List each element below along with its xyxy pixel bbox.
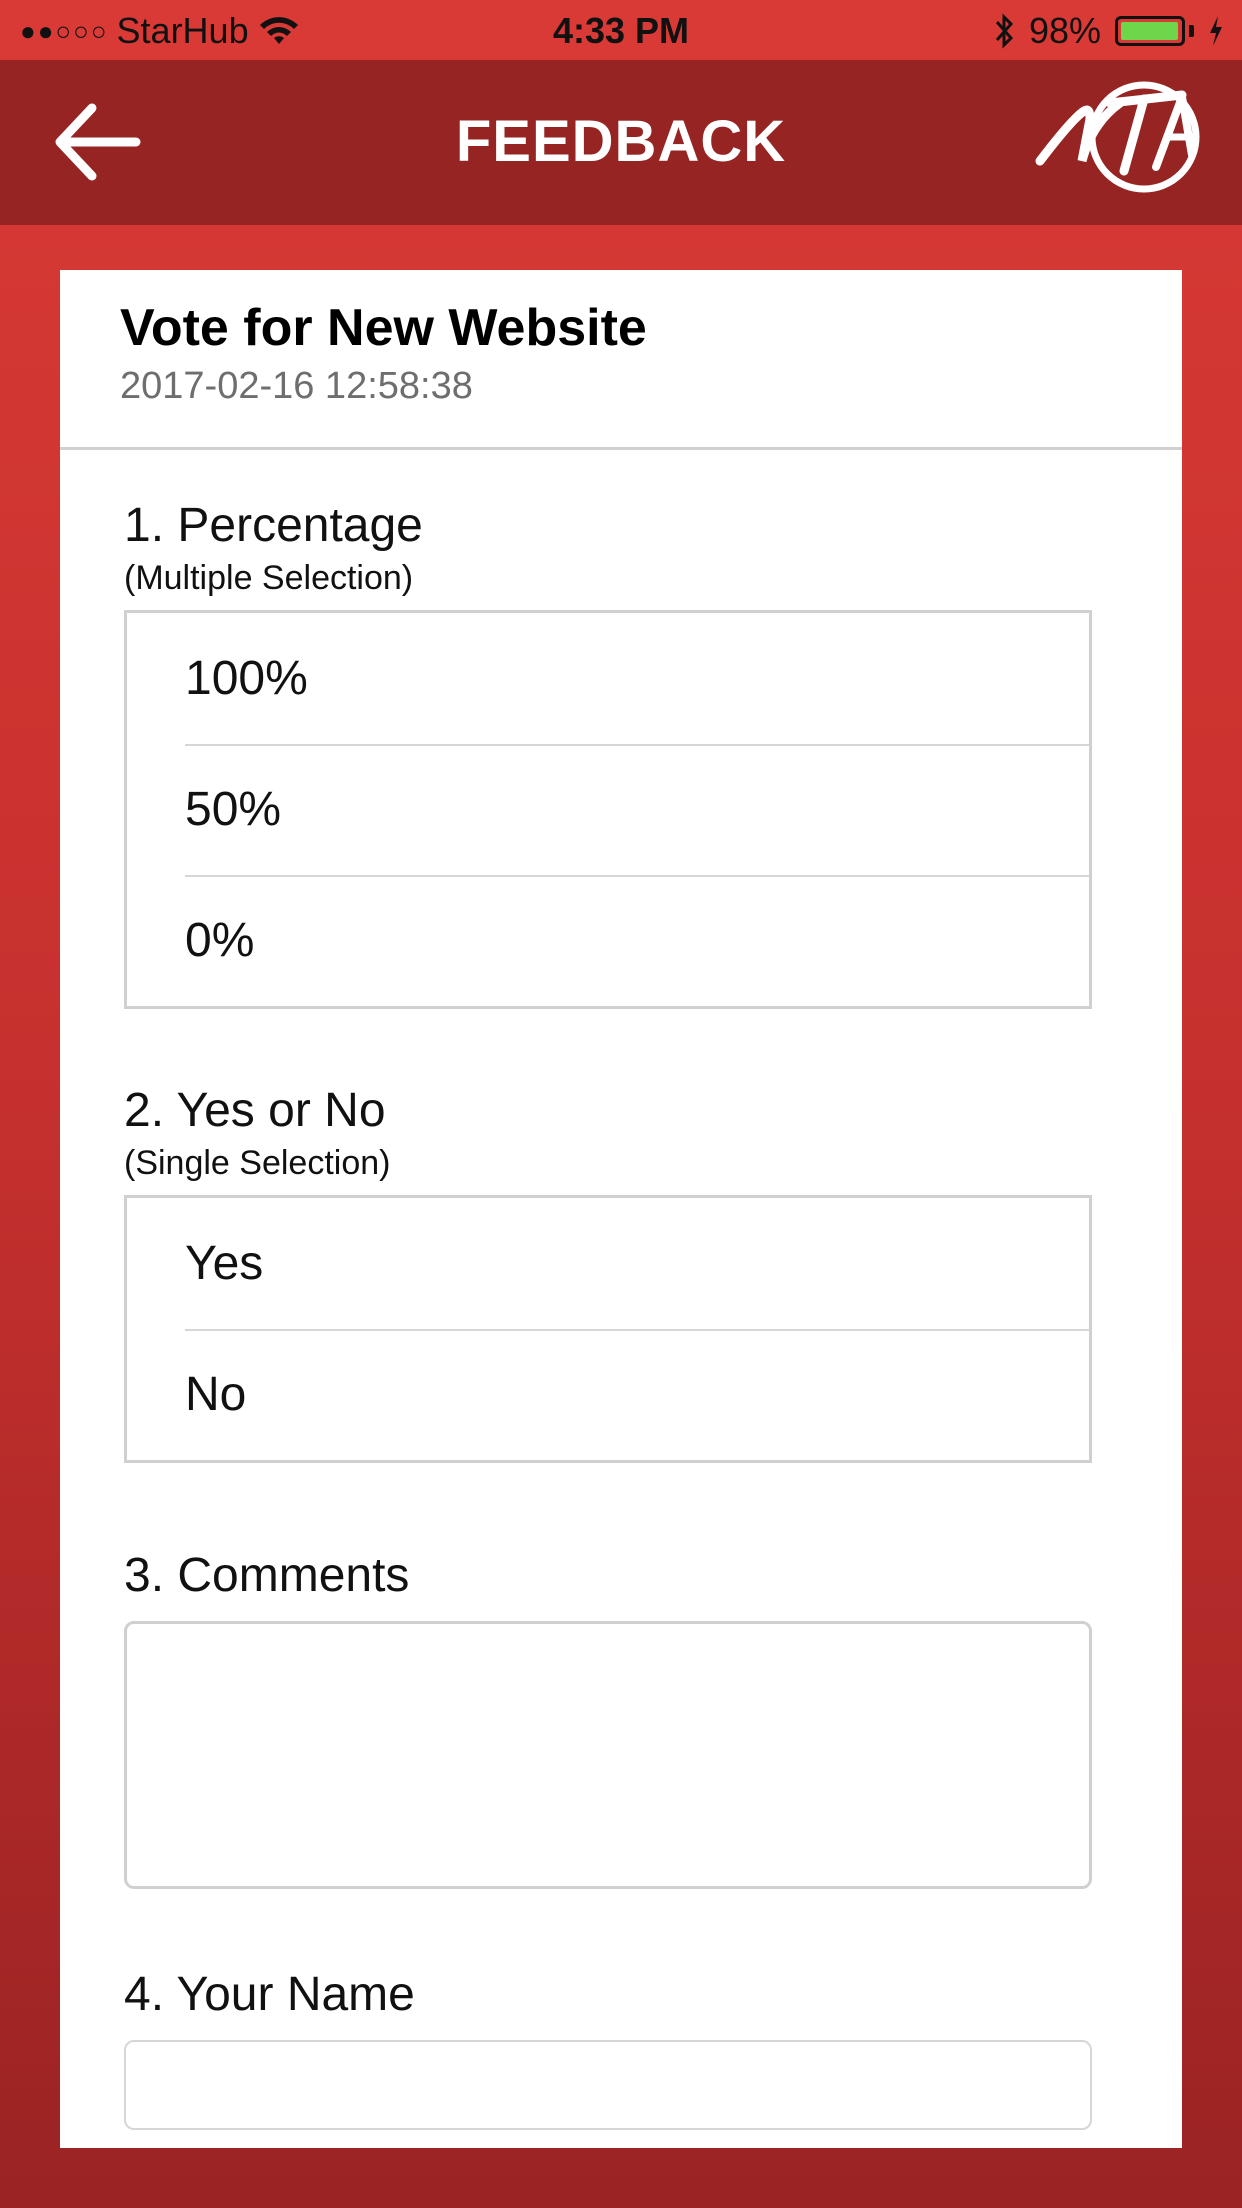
battery-fill xyxy=(1121,22,1178,40)
option-no[interactable]: No xyxy=(127,1329,1089,1460)
option-yes[interactable]: Yes xyxy=(127,1198,1089,1329)
charging-icon xyxy=(1210,16,1222,46)
option-50-percent[interactable]: 50% xyxy=(127,744,1089,875)
question-title: 2. Yes or No xyxy=(124,1084,386,1137)
nav-bar: FEEDBACK xyxy=(0,60,1242,225)
options-list: Yes No xyxy=(124,1195,1092,1463)
question-subtitle: (Multiple Selection) xyxy=(124,559,414,597)
battery-icon xyxy=(1115,16,1185,46)
bluetooth-icon xyxy=(995,13,1013,49)
question-title: 4. Your Name xyxy=(124,1968,415,2021)
option-100-percent[interactable]: 100% xyxy=(127,613,1089,744)
question-2: 2. Yes or No (Single Selection) Yes No xyxy=(124,1083,1092,1463)
question-1: 1. Percentage (Multiple Selection) 100% … xyxy=(124,498,1092,1009)
question-3: 3. Comments xyxy=(124,1548,1092,1889)
survey-header: Vote for New Website 2017-02-16 12:58:38 xyxy=(60,270,1182,450)
status-right: 98% xyxy=(993,10,1224,52)
comments-textarea[interactable] xyxy=(124,1621,1092,1889)
options-list: 100% 50% 0% xyxy=(124,610,1092,1009)
nta-logo xyxy=(1035,81,1200,193)
question-4: 4. Your Name xyxy=(124,1967,1092,2130)
status-bar: ●●○○○ StarHub 4:33 PM 98% xyxy=(0,0,1242,60)
survey-title: Vote for New Website xyxy=(120,299,647,357)
question-title: 3. Comments xyxy=(124,1549,410,1602)
option-label: 50% xyxy=(185,783,282,836)
battery-tip xyxy=(1189,25,1194,37)
question-title: 1. Percentage xyxy=(124,499,423,552)
option-label: No xyxy=(185,1368,247,1421)
option-label: 0% xyxy=(185,914,255,967)
name-input[interactable] xyxy=(124,2040,1092,2130)
battery-percentage: 98% xyxy=(1028,10,1101,51)
option-label: 100% xyxy=(185,652,308,705)
question-subtitle: (Single Selection) xyxy=(124,1144,391,1182)
survey-date: 2017-02-16 12:58:38 xyxy=(120,365,473,408)
feedback-card: Vote for New Website 2017-02-16 12:58:38… xyxy=(60,270,1182,2148)
option-0-percent[interactable]: 0% xyxy=(127,875,1089,1006)
option-label: Yes xyxy=(185,1237,264,1290)
